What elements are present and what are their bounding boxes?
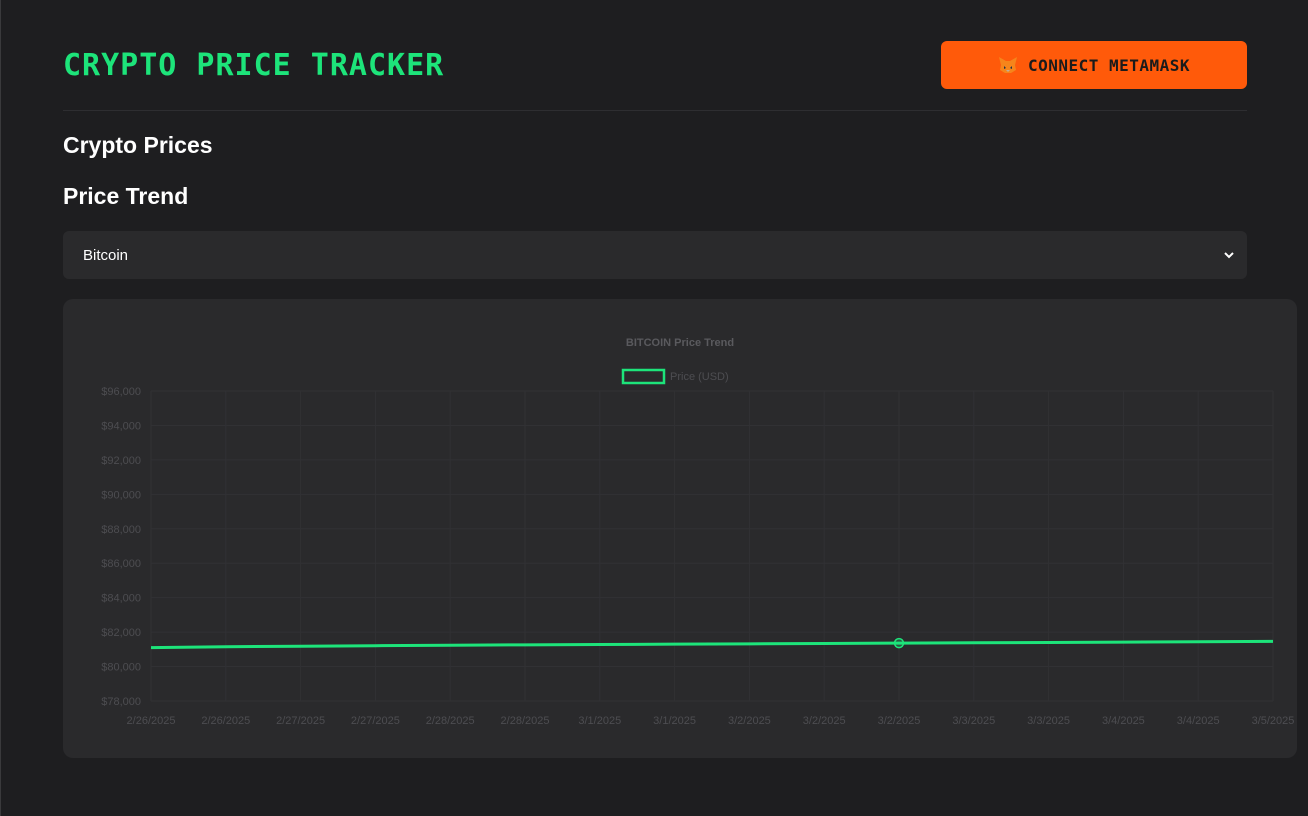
y-tick-label: $94,000 xyxy=(101,420,141,432)
y-axis: $96,000 $94,000 $92,000 $90,000 $88,000 $86,0… xyxy=(101,386,141,708)
y-tick-label: $90,000 xyxy=(101,489,141,501)
x-tick-label: 2/27/2025 xyxy=(351,715,400,727)
price-data-point xyxy=(893,637,905,649)
app-page: CRYPTO PRICE TRACKER CONNECT METAMASK Cr… xyxy=(0,0,1308,816)
metamask-fox-icon xyxy=(998,57,1017,73)
y-tick-label: $96,000 xyxy=(101,386,141,398)
x-tick-label: 3/2/2025 xyxy=(728,715,771,727)
x-tick-label: 2/26/2025 xyxy=(201,715,250,727)
x-tick-label: 2/28/2025 xyxy=(501,715,550,727)
connect-metamask-button[interactable]: CONNECT METAMASK xyxy=(941,41,1247,89)
price-trend-heading: Price Trend xyxy=(63,183,189,209)
x-tick-label: 3/2/2025 xyxy=(803,715,846,727)
app-header: CRYPTO PRICE TRACKER CONNECT METAMASK xyxy=(63,40,1247,111)
x-tick-label: 3/1/2025 xyxy=(578,715,621,727)
chevron-down-icon xyxy=(1224,252,1234,259)
x-tick-label: 3/5/2025 xyxy=(1252,715,1295,727)
y-tick-label: $92,000 xyxy=(101,455,141,467)
price-series-line xyxy=(150,639,1274,650)
y-tick-label: $86,000 xyxy=(101,558,141,570)
x-tick-label: 3/2/2025 xyxy=(878,715,921,727)
y-tick-label: $84,000 xyxy=(101,593,141,605)
coin-select-value: Bitcoin xyxy=(83,246,129,264)
x-tick-label: 3/4/2025 xyxy=(1102,715,1145,727)
y-tick-label: $78,000 xyxy=(101,696,141,708)
x-tick-label: 3/4/2025 xyxy=(1177,715,1220,727)
y-tick-label: $88,000 xyxy=(101,524,141,536)
x-tick-label: 2/27/2025 xyxy=(276,715,325,727)
x-tick-label: 3/1/2025 xyxy=(653,715,696,727)
series-layer xyxy=(150,637,1274,650)
y-tick-label: $82,000 xyxy=(101,627,141,639)
price-chart[interactable]: BITCOIN Price Trend Price (USD) $96,000$… xyxy=(63,299,1297,758)
app-title: CRYPTO PRICE TRACKER xyxy=(63,48,445,83)
x-tick-label: 3/3/2025 xyxy=(1027,715,1070,727)
x-tick-label: 2/26/2025 xyxy=(127,715,176,727)
chart-legend[interactable]: Price (USD) xyxy=(621,368,729,385)
crypto-prices-heading: Crypto Prices xyxy=(63,132,213,158)
connect-metamask-label: CONNECT METAMASK xyxy=(1027,55,1191,75)
legend-swatch xyxy=(621,368,666,385)
x-tick-label: 3/3/2025 xyxy=(952,715,995,727)
legend-label: Price (USD) xyxy=(670,371,729,383)
x-tick-label: 2/28/2025 xyxy=(426,715,475,727)
chart-grid xyxy=(150,390,1274,702)
x-axis: 2/26/2025 2/26/2025 2/27/2025 2/27/2025 2/28… xyxy=(127,715,1295,727)
price-chart-card: BITCOIN Price Trend Price (USD) $96,000 $… xyxy=(63,299,1297,758)
chart-title: BITCOIN Price Trend xyxy=(626,337,734,349)
coin-select[interactable]: Bitcoin xyxy=(63,231,1247,279)
y-tick-label: $80,000 xyxy=(101,662,141,674)
